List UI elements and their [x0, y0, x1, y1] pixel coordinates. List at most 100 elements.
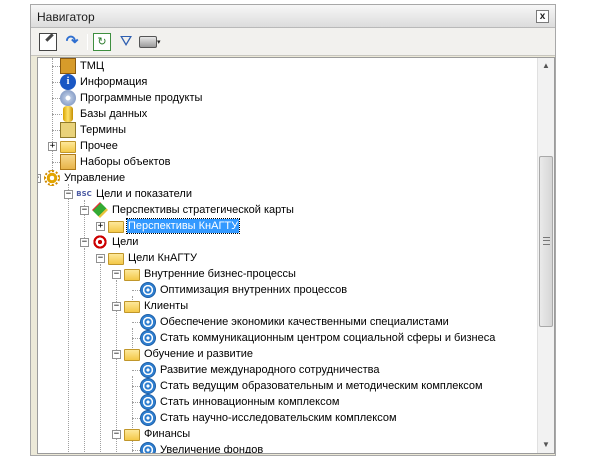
refresh-icon[interactable]: ↻	[93, 33, 111, 51]
tree-line	[132, 376, 133, 430]
collapse-toggle[interactable]: −	[112, 350, 121, 359]
navigator-window: Навигатор x ↷ ↻ ⛛ ▾ ТМЦ i Информация Про…	[30, 4, 556, 456]
tree-item-optimize-processes[interactable]: Оптимизация внутренних процессов	[132, 282, 348, 298]
expand-toggle[interactable]: +	[96, 222, 105, 231]
collapse-toggle[interactable]: −	[80, 238, 89, 247]
tree-item-info[interactable]: i Информация	[52, 74, 148, 90]
perspective-icon	[92, 202, 108, 218]
goal-icon	[140, 314, 156, 330]
tree-item-comm-center[interactable]: Стать коммуникационным центром социально…	[132, 330, 496, 346]
tree-item-increase-funds[interactable]: Увеличение фондов	[132, 442, 264, 454]
collapse-toggle[interactable]: −	[64, 190, 73, 199]
tree-item-label: Клиенты	[144, 300, 189, 312]
tree-item-label: Перспективы стратегической карты	[112, 204, 294, 216]
collapse-toggle[interactable]: −	[96, 254, 105, 263]
folder-icon	[124, 349, 140, 361]
print-icon[interactable]	[139, 36, 157, 48]
tree-item-label: ТМЦ	[80, 60, 105, 72]
info-icon: i	[60, 74, 76, 90]
grip-icon	[543, 237, 550, 245]
tree-item-goals-knagtu[interactable]: Цели КнАГТУ	[108, 250, 198, 266]
folder-icon	[108, 221, 124, 233]
glossary-icon	[60, 122, 76, 138]
tree-item-terms[interactable]: Термины	[52, 122, 127, 138]
tree-item-label: Финансы	[144, 428, 191, 440]
tree-item-label: Стать ведущим образовательным и методиче…	[160, 380, 483, 392]
folder-icon	[108, 253, 124, 265]
tree-item-other[interactable]: Прочее	[60, 138, 119, 154]
scroll-thumb[interactable]	[539, 156, 553, 327]
folder-icon	[60, 141, 76, 153]
tree-item-label: Обеспечение экономики качественными спец…	[160, 316, 449, 328]
tree-item-label: Увеличение фондов	[160, 444, 264, 454]
tree-item-object-sets[interactable]: Наборы объектов	[52, 154, 171, 170]
collapse-toggle[interactable]: −	[80, 206, 89, 215]
tree-item-label: Базы данных	[80, 108, 148, 120]
tree-item-provide-specialists[interactable]: Обеспечение экономики качественными спец…	[132, 314, 450, 330]
tree-item-label: Наборы объектов	[80, 156, 171, 168]
tree-item-innovation-complex[interactable]: Стать инновационным комплексом	[132, 394, 340, 410]
tree-item-goals[interactable]: Цели	[92, 234, 139, 250]
tree-line	[84, 248, 85, 453]
tree-item-label: Термины	[80, 124, 127, 136]
window-title: Навигатор	[37, 10, 95, 24]
goal-icon	[140, 330, 156, 346]
toolbar: ↷ ↻ ⛛ ▾	[31, 28, 555, 56]
expand-toggle[interactable]: +	[48, 142, 57, 151]
goal-icon	[140, 394, 156, 410]
goal-icon	[140, 362, 156, 378]
tree-item-goals-indicators[interactable]: BSC Цели и показатели	[76, 186, 193, 202]
scroll-up-button[interactable]: ▲	[538, 58, 554, 74]
tree-item-label: Программные продукты	[80, 92, 203, 104]
target-icon	[92, 234, 108, 250]
collapse-toggle[interactable]: −	[112, 270, 121, 279]
tree-item-research-complex[interactable]: Стать научно-исследовательским комплексо…	[132, 410, 398, 426]
tree-line	[68, 184, 69, 453]
navigator-tree[interactable]: ТМЦ i Информация Программные продукты Ба…	[37, 57, 555, 454]
collapse-toggle[interactable]: −	[38, 174, 41, 183]
folder-icon	[124, 269, 140, 281]
tree-item-perspectives-knagtu[interactable]: Перспективы КнАГТУ	[108, 218, 241, 234]
redo-icon[interactable]: ↷	[63, 33, 81, 51]
tree-item-label: Стать коммуникационным центром социально…	[160, 332, 496, 344]
tree-item-label: Обучение и развитие	[144, 348, 254, 360]
tree-item-software[interactable]: Программные продукты	[52, 90, 203, 106]
collapse-toggle[interactable]: −	[112, 430, 121, 439]
goal-icon	[140, 282, 156, 298]
tree-item-finance[interactable]: Финансы	[124, 426, 191, 442]
database-icon	[63, 106, 73, 122]
tree-item-label: Информация	[80, 76, 148, 88]
tree-item-internal-processes[interactable]: Внутренние бизнес-процессы	[124, 266, 297, 282]
tree-item-label: Стать научно-исследовательским комплексо…	[160, 412, 397, 424]
management-icon	[44, 170, 60, 186]
tree-item-leading-complex[interactable]: Стать ведущим образовательным и методиче…	[132, 378, 484, 394]
tree-item-label: Цели КнАГТУ	[128, 252, 197, 264]
tree-item-label: Развитие международного сотрудничества	[160, 364, 380, 376]
tree-item-learning[interactable]: Обучение и развитие	[124, 346, 254, 362]
box-icon	[60, 58, 76, 74]
tree-item-tmc[interactable]: ТМЦ	[52, 58, 105, 74]
edit-icon[interactable]	[39, 33, 57, 51]
goal-icon	[140, 442, 156, 453]
collapse-toggle[interactable]: −	[112, 302, 121, 311]
tree-item-label: Цели и показатели	[96, 188, 192, 200]
tree-item-clients[interactable]: Клиенты	[124, 298, 189, 314]
toolbar-separator	[87, 34, 88, 50]
close-button[interactable]: x	[536, 10, 549, 23]
tree-line	[52, 58, 53, 176]
goal-icon	[140, 410, 156, 426]
tree-item-intl-cooperation[interactable]: Развитие международного сотрудничества	[132, 362, 380, 378]
vertical-scrollbar[interactable]: ▲ ▼	[537, 58, 554, 453]
cd-icon	[60, 90, 76, 106]
tree-item-label-selected: Перспективы КнАГТУ	[125, 218, 241, 234]
tree-item-strategic-perspectives[interactable]: Перспективы стратегической карты	[92, 202, 295, 218]
title-bar: Навигатор x	[31, 5, 555, 28]
print-dropdown-icon[interactable]: ▾	[157, 38, 161, 46]
folder-icon	[124, 429, 140, 441]
scroll-down-button[interactable]: ▼	[538, 437, 554, 453]
tree-item-databases[interactable]: Базы данных	[52, 106, 148, 122]
tree-item-management[interactable]: Управление	[44, 170, 126, 186]
tree-line	[100, 264, 101, 453]
object-set-icon	[60, 154, 76, 170]
filter-icon[interactable]: ⛛	[117, 33, 135, 51]
